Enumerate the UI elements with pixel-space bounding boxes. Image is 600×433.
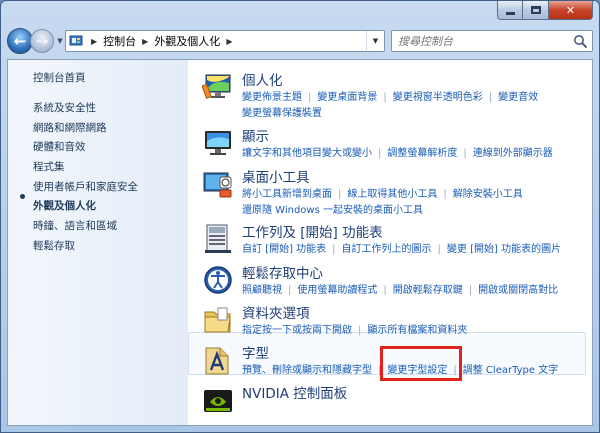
forward-arrow-icon: → <box>35 32 49 50</box>
category-links: 變更佈景主題 | 變更桌面背景 | 變更視窗半透明色彩 | 變更音效 <box>242 92 539 103</box>
link-preview-fonts[interactable]: 預覽、刪除或顯示和隱藏字型 <box>242 365 372 376</box>
category-links: 變更螢幕保護裝置 <box>242 104 322 119</box>
sidebar-item-network[interactable]: 網路和網際網路 <box>33 119 138 139</box>
sidebar: 控制台首頁 系統及安全性 網路和網際網路 硬體和音效 程式集 使用者帳戶和家庭安… <box>8 60 188 425</box>
link-single-double-click[interactable]: 指定按一下或按兩下開啟 <box>242 325 352 336</box>
category-links: 將小工具新增到桌面 | 線上取得其他小工具 | 解除安裝小工具 <box>242 189 523 200</box>
sidebar-item-hardware-sound[interactable]: 硬體和音效 <box>33 138 138 158</box>
link-start-menu-picture[interactable]: 變更 [開始] 功能表的圖片 <box>447 244 561 255</box>
link-screen-reader[interactable]: 使用螢幕助讀程式 <box>297 285 377 296</box>
breadcrumb-arrow-icon[interactable]: ▶ <box>88 37 100 46</box>
link-screen-resolution[interactable]: 調整螢幕解析度 <box>387 148 457 159</box>
breadcrumb-arrow-icon[interactable]: ▶ <box>223 37 235 46</box>
navigation-bar: ← → ▼ ▶ 控制台 ▶ 外觀及個人化 ▶ ▼ <box>7 27 593 55</box>
highlight-box <box>380 346 462 381</box>
category-links: 自訂 [開始] 功能表 | 自訂工作列上的圖示 | 變更 [開始] 功能表的圖片 <box>242 244 562 255</box>
category-links: 指定按一下或按兩下開啟 | 顯示所有檔案和資料夾 <box>242 325 468 336</box>
category-links: 讓文字和其他項目變大或變小 | 調整螢幕解析度 | 連線到外部顯示器 <box>242 148 553 159</box>
folder-options-icon <box>204 307 231 333</box>
gadgets-icon <box>203 172 232 198</box>
sidebar-item-system-security[interactable]: 系統及安全性 <box>33 99 138 119</box>
category-title[interactable]: 個人化 <box>242 69 283 89</box>
category-title[interactable]: NVIDIA 控制面板 <box>242 382 347 402</box>
address-bar[interactable]: ▶ 控制台 ▶ 外觀及個人化 ▶ ▼ <box>65 30 385 52</box>
sidebar-item-ease-of-access[interactable]: 輕鬆存取 <box>33 237 138 257</box>
minimize-icon <box>505 11 515 15</box>
link-vision-settings[interactable]: 照顧聽視 <box>242 285 282 296</box>
forward-button[interactable]: → <box>30 29 54 53</box>
active-item-bullet <box>20 194 25 199</box>
category-title[interactable]: 桌面小工具 <box>242 166 310 186</box>
link-add-gadgets[interactable]: 將小工具新增到桌面 <box>242 189 332 200</box>
address-history-dropdown[interactable]: ▼ <box>366 31 384 51</box>
category-title[interactable]: 輕鬆存取中心 <box>242 262 323 282</box>
category-links: 照顧聽視 | 使用螢幕助讀程式 | 開啟輕鬆存取鍵 | 開啟或關閉高對比 <box>242 285 559 296</box>
search-icon[interactable] <box>573 34 588 49</box>
search-input[interactable] <box>392 34 572 48</box>
category-title[interactable]: 字型 <box>242 342 269 362</box>
category-title[interactable]: 顯示 <box>242 125 269 145</box>
close-icon: ✕ <box>565 3 576 17</box>
taskbar-icon <box>205 224 231 253</box>
link-adjust-cleartype[interactable]: 調整 ClearType 文字 <box>463 365 558 376</box>
link-external-display[interactable]: 連線到外部顯示器 <box>473 148 553 159</box>
link-text-size[interactable]: 讓文字和其他項目變大或變小 <box>242 148 372 159</box>
link-high-contrast[interactable]: 開啟或關閉高對比 <box>478 285 558 296</box>
link-change-background[interactable]: 變更桌面背景 <box>317 92 377 103</box>
link-show-hidden-files[interactable]: 顯示所有檔案和資料夾 <box>367 325 467 336</box>
breadcrumb-appearance[interactable]: 外觀及個人化 <box>151 33 223 49</box>
content-area: 控制台首頁 系統及安全性 網路和網際網路 硬體和音效 程式集 使用者帳戶和家庭安… <box>7 59 593 426</box>
breadcrumb-arrow-icon[interactable]: ▶ <box>139 37 151 46</box>
link-window-color[interactable]: 變更視窗半透明色彩 <box>393 92 483 103</box>
link-screen-saver[interactable]: 變更螢幕保護裝置 <box>242 108 322 119</box>
minimize-button[interactable] <box>497 1 523 20</box>
nvidia-icon <box>204 390 232 412</box>
link-change-sounds[interactable]: 變更音效 <box>498 92 538 103</box>
sidebar-item-appearance[interactable]: 外觀及個人化 <box>33 197 138 217</box>
breadcrumb-control-panel[interactable]: 控制台 <box>100 33 139 49</box>
category-links: 還原隨 Windows 一起安裝的桌面小工具 <box>242 201 423 216</box>
close-button[interactable]: ✕ <box>549 1 593 20</box>
ease-of-access-icon <box>204 266 232 294</box>
category-title[interactable]: 工作列及 [開始] 功能表 <box>242 221 383 241</box>
display-icon <box>205 131 231 155</box>
sidebar-item-clock-language[interactable]: 時鐘、語言和區域 <box>33 217 138 237</box>
personalization-icon <box>202 74 231 99</box>
sidebar-item-user-accounts[interactable]: 使用者帳戶和家庭安全 <box>33 178 138 198</box>
link-get-gadgets-online[interactable]: 線上取得其他小工具 <box>347 189 437 200</box>
link-customize-start-menu[interactable]: 自訂 [開始] 功能表 <box>242 244 326 255</box>
sidebar-home-link[interactable]: 控制台首頁 <box>33 70 86 85</box>
maximize-button[interactable] <box>523 1 549 20</box>
link-customize-taskbar-icons[interactable]: 自訂工作列上的圖示 <box>342 244 432 255</box>
back-arrow-icon: ← <box>13 32 27 50</box>
category-title[interactable]: 資料夾選項 <box>242 302 310 322</box>
sidebar-item-programs[interactable]: 程式集 <box>33 158 138 178</box>
control-panel-icon <box>66 31 88 51</box>
control-panel-window: ✕ ← → ▼ ▶ 控制台 ▶ 外觀及個人化 ▶ ▼ 搜尋控制台 控制台首頁 系… <box>0 0 600 433</box>
maximize-icon <box>530 6 541 14</box>
search-box[interactable] <box>391 30 593 52</box>
link-restore-gadgets[interactable]: 還原隨 Windows 一起安裝的桌面小工具 <box>242 205 423 216</box>
link-change-theme[interactable]: 變更佈景主題 <box>242 92 302 103</box>
caption-buttons: ✕ <box>497 1 593 21</box>
fonts-icon <box>205 347 229 375</box>
sidebar-list: 系統及安全性 網路和網際網路 硬體和音效 程式集 使用者帳戶和家庭安全 外觀及個… <box>33 99 138 257</box>
link-sticky-keys[interactable]: 開啟輕鬆存取鍵 <box>393 285 463 296</box>
link-uninstall-gadget[interactable]: 解除安裝小工具 <box>453 189 523 200</box>
